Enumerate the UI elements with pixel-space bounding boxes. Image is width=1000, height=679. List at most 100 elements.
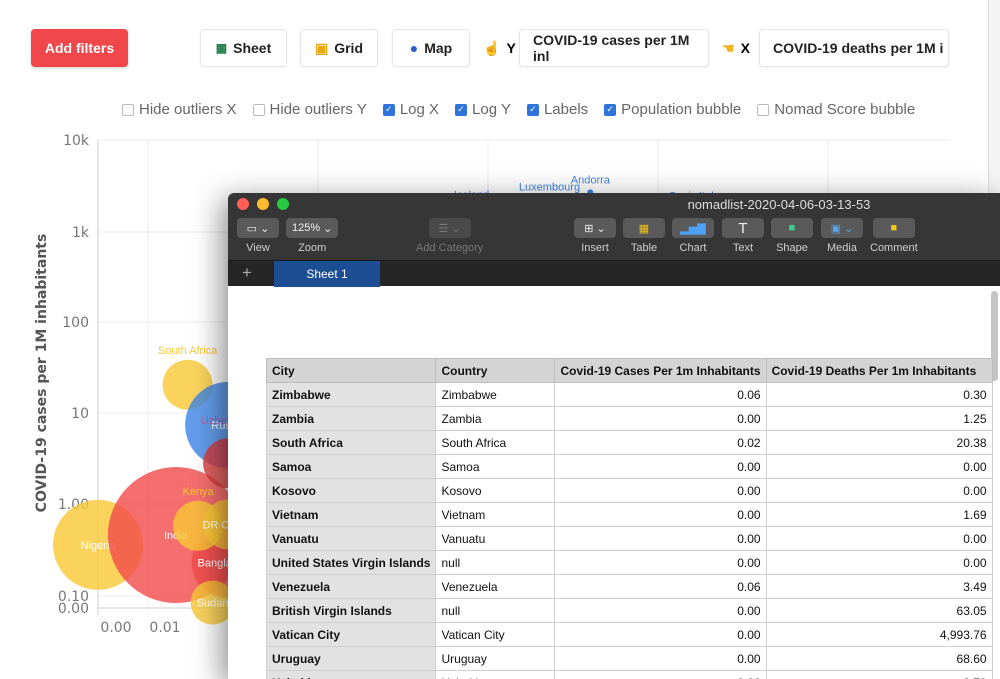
checkbox[interactable]	[757, 103, 770, 116]
column-header[interactable]: Country	[435, 358, 556, 383]
table-cell[interactable]: 3.49	[765, 574, 993, 599]
table-cell[interactable]: Vietnam	[435, 502, 556, 527]
table-cell[interactable]: British Virgin Islands	[265, 598, 437, 623]
table-cell[interactable]: South Africa	[435, 430, 556, 455]
column-header[interactable]: Covid-19 Cases Per 1m Inhabitants	[554, 358, 767, 383]
table-cell[interactable]: Uzbekistan	[435, 670, 556, 679]
table-cell[interactable]: Samoa	[435, 454, 556, 479]
sheet-tab[interactable]: Sheet 1	[274, 261, 380, 287]
media-tool[interactable]: ▣ ⌄ Media	[821, 218, 863, 254]
table-cell[interactable]: South Africa	[265, 430, 437, 455]
table-cell[interactable]: 0.02	[554, 430, 767, 455]
table-cell[interactable]: 0.00	[765, 550, 993, 575]
table-cell[interactable]: 4,993.76	[765, 622, 993, 647]
table-cell[interactable]: 0.00	[554, 598, 767, 623]
grid-view-button[interactable]: ▣ Grid	[300, 29, 378, 67]
checkbox[interactable]	[252, 103, 265, 116]
table-cell[interactable]: 0.00	[765, 526, 993, 551]
table-cell[interactable]: Zambia	[265, 406, 437, 431]
view-tool[interactable]: ▭ ⌄ View	[237, 218, 279, 254]
table-cell[interactable]: Samoa	[265, 454, 437, 479]
table-cell[interactable]: 0.06	[554, 382, 767, 407]
table-cell[interactable]: Venezuela	[265, 574, 437, 599]
table-cell[interactable]: Vanuatu	[265, 526, 437, 551]
checkbox[interactable]: ✓	[526, 103, 539, 116]
insert-icon: ⊞ ⌄	[574, 218, 616, 238]
table-cell[interactable]: null	[435, 550, 556, 575]
checkbox[interactable]	[122, 103, 134, 116]
y-tick-label: 10	[71, 406, 89, 422]
table-cell[interactable]: Venezuela	[435, 574, 556, 599]
x-axis-label: ☚ X	[722, 29, 750, 67]
table-cell[interactable]: 2.70	[765, 670, 993, 679]
option-hide-outliers-y[interactable]: Hide outliers Y	[252, 101, 367, 118]
table-icon: ▦	[623, 218, 665, 238]
table-cell[interactable]: Kosovo	[435, 478, 556, 503]
option-population-bubble[interactable]: ✓ Population bubble	[604, 101, 741, 118]
column-header[interactable]: City	[265, 358, 437, 383]
table-cell[interactable]: 0.00	[554, 406, 767, 431]
y-axis-select[interactable]: COVID-19 cases per 1M inl	[519, 29, 709, 67]
comment-tool[interactable]: ■ Comment	[870, 218, 918, 254]
table-cell[interactable]: Vietnam	[265, 502, 437, 527]
add-filters-button[interactable]: Add filters	[31, 29, 128, 67]
table-cell[interactable]: 1.69	[765, 502, 993, 527]
map-label: Map	[424, 40, 453, 56]
table-cell[interactable]: 0.30	[765, 382, 993, 407]
y-label: Y	[506, 40, 516, 56]
table-cell[interactable]: null	[435, 598, 556, 623]
data-table: City Country Covid-19 Cases Per 1m Inhabit…	[265, 358, 993, 679]
table-cell[interactable]: Vanuatu	[435, 526, 556, 551]
insert-tool[interactable]: ⊞ ⌄ Insert	[574, 218, 616, 254]
column-header[interactable]: Covid-19 Deaths Per 1m Inhabitants	[765, 358, 993, 383]
table-cell[interactable]: Vatican City	[435, 622, 556, 647]
table-cell[interactable]: 0.00	[554, 646, 767, 671]
sheet-view-button[interactable]: ▦ Sheet	[200, 29, 287, 67]
shape-tool[interactable]: ■ Shape	[771, 218, 813, 254]
table-cell[interactable]: Uruguay	[435, 646, 556, 671]
zoom-tool[interactable]: 125% ⌄ Zoom	[286, 218, 339, 254]
table-cell[interactable]: 63.05	[765, 598, 993, 623]
option-log-x[interactable]: ✓ Log X	[382, 101, 439, 118]
table-cell[interactable]: 0.00	[554, 622, 767, 647]
table-cell[interactable]: 0.00	[554, 478, 767, 503]
table-cell[interactable]: United States Virgin Islands	[265, 550, 437, 575]
table-cell[interactable]: 68.60	[765, 646, 993, 671]
option-log-y[interactable]: ✓ Log Y	[455, 101, 511, 118]
table-cell[interactable]: 0.00	[554, 670, 767, 679]
table-cell[interactable]: 0.00	[765, 454, 993, 479]
table-cell[interactable]: Zimbabwe	[435, 382, 556, 407]
checkbox[interactable]: ✓	[382, 103, 395, 116]
table-cell[interactable]: 0.00	[765, 478, 993, 503]
table-cell[interactable]: 0.00	[554, 526, 767, 551]
tool-label: Media	[827, 242, 857, 254]
map-view-button[interactable]: ● Map	[392, 29, 470, 67]
table-row: Zimbabwe Zimbabwe 0.06 0.30	[265, 382, 993, 407]
y-axis-title: COVID-19 cases per 1M inhabitants	[34, 234, 50, 513]
add-sheet-icon[interactable]: +	[242, 263, 252, 283]
table-cell[interactable]: Uzbekistan	[265, 670, 437, 679]
table-cell[interactable]: 0.00	[554, 502, 767, 527]
table-tool[interactable]: ▦ Table	[623, 218, 665, 254]
checkbox[interactable]: ✓	[604, 103, 617, 116]
table-cell[interactable]: 0.00	[554, 550, 767, 575]
table-cell[interactable]: 20.38	[765, 430, 993, 455]
checkbox[interactable]: ✓	[455, 103, 468, 116]
table-cell[interactable]: Zambia	[435, 406, 556, 431]
option-labels[interactable]: ✓ Labels	[526, 101, 588, 118]
x-axis-select[interactable]: COVID-19 deaths per 1M i	[759, 29, 949, 67]
table-cell[interactable]: Zimbabwe	[265, 382, 437, 407]
table-cell[interactable]: 0.00	[554, 454, 767, 479]
option-nomad-score-bubble[interactable]: Nomad Score bubble	[757, 101, 915, 118]
add-category-tool[interactable]: ☰ ⌄ Add Category	[416, 218, 483, 254]
table-cell[interactable]: Uruguay	[265, 646, 437, 671]
chart-tool[interactable]: ▂▅▇ Chart	[672, 218, 714, 254]
table-cell[interactable]: Vatican City	[265, 622, 437, 647]
text-tool[interactable]: T Text	[722, 218, 764, 254]
option-hide-outliers-x[interactable]: Hide outliers X	[122, 101, 237, 118]
table-cell[interactable]: Kosovo	[265, 478, 437, 503]
table-row: Vietnam Vietnam 0.00 1.69	[265, 502, 993, 527]
bubble-label: Kenya	[182, 486, 214, 498]
table-cell[interactable]: 1.25	[765, 406, 993, 431]
table-cell[interactable]: 0.06	[554, 574, 767, 599]
